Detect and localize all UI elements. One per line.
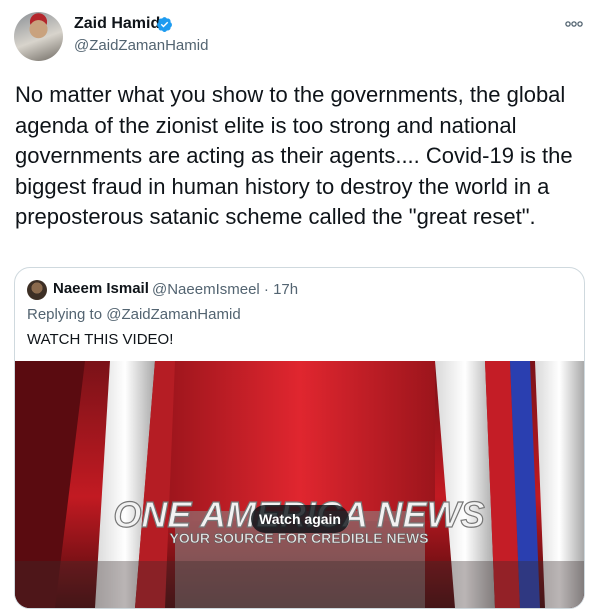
quoted-tweet-text: WATCH THIS VIDEO! (27, 331, 174, 348)
quoted-author-name: Naeem Ismail (53, 280, 149, 297)
author-avatar[interactable] (14, 12, 63, 61)
watch-again-button[interactable]: Watch again (251, 505, 349, 533)
quoted-author-meta: @NaeemIsmeel · 17h (152, 281, 299, 298)
reply-to-handle[interactable]: @ZaidZamanHamid (106, 306, 240, 323)
quoted-author-avatar (27, 280, 47, 300)
tweet-text: No matter what you show to the governmen… (15, 82, 573, 229)
more-options-icon[interactable] (563, 16, 585, 32)
video-player[interactable]: ONE AMERICA NEWS YOUR SOURCE FOR CREDIBL… (15, 361, 584, 608)
reply-context: Replying to @ZaidZamanHamid (27, 306, 241, 323)
reply-prefix: Replying to (27, 306, 107, 323)
quoted-tweet[interactable]: Naeem Ismail @NaeemIsmeel · 17h Replying… (14, 267, 585, 609)
author-handle[interactable]: @ZaidZamanHamid (74, 37, 208, 54)
verified-badge-icon (157, 17, 172, 32)
author-name[interactable]: Zaid Hamid (74, 15, 160, 33)
video-frame: ONE AMERICA NEWS YOUR SOURCE FOR CREDIBL… (15, 361, 584, 608)
